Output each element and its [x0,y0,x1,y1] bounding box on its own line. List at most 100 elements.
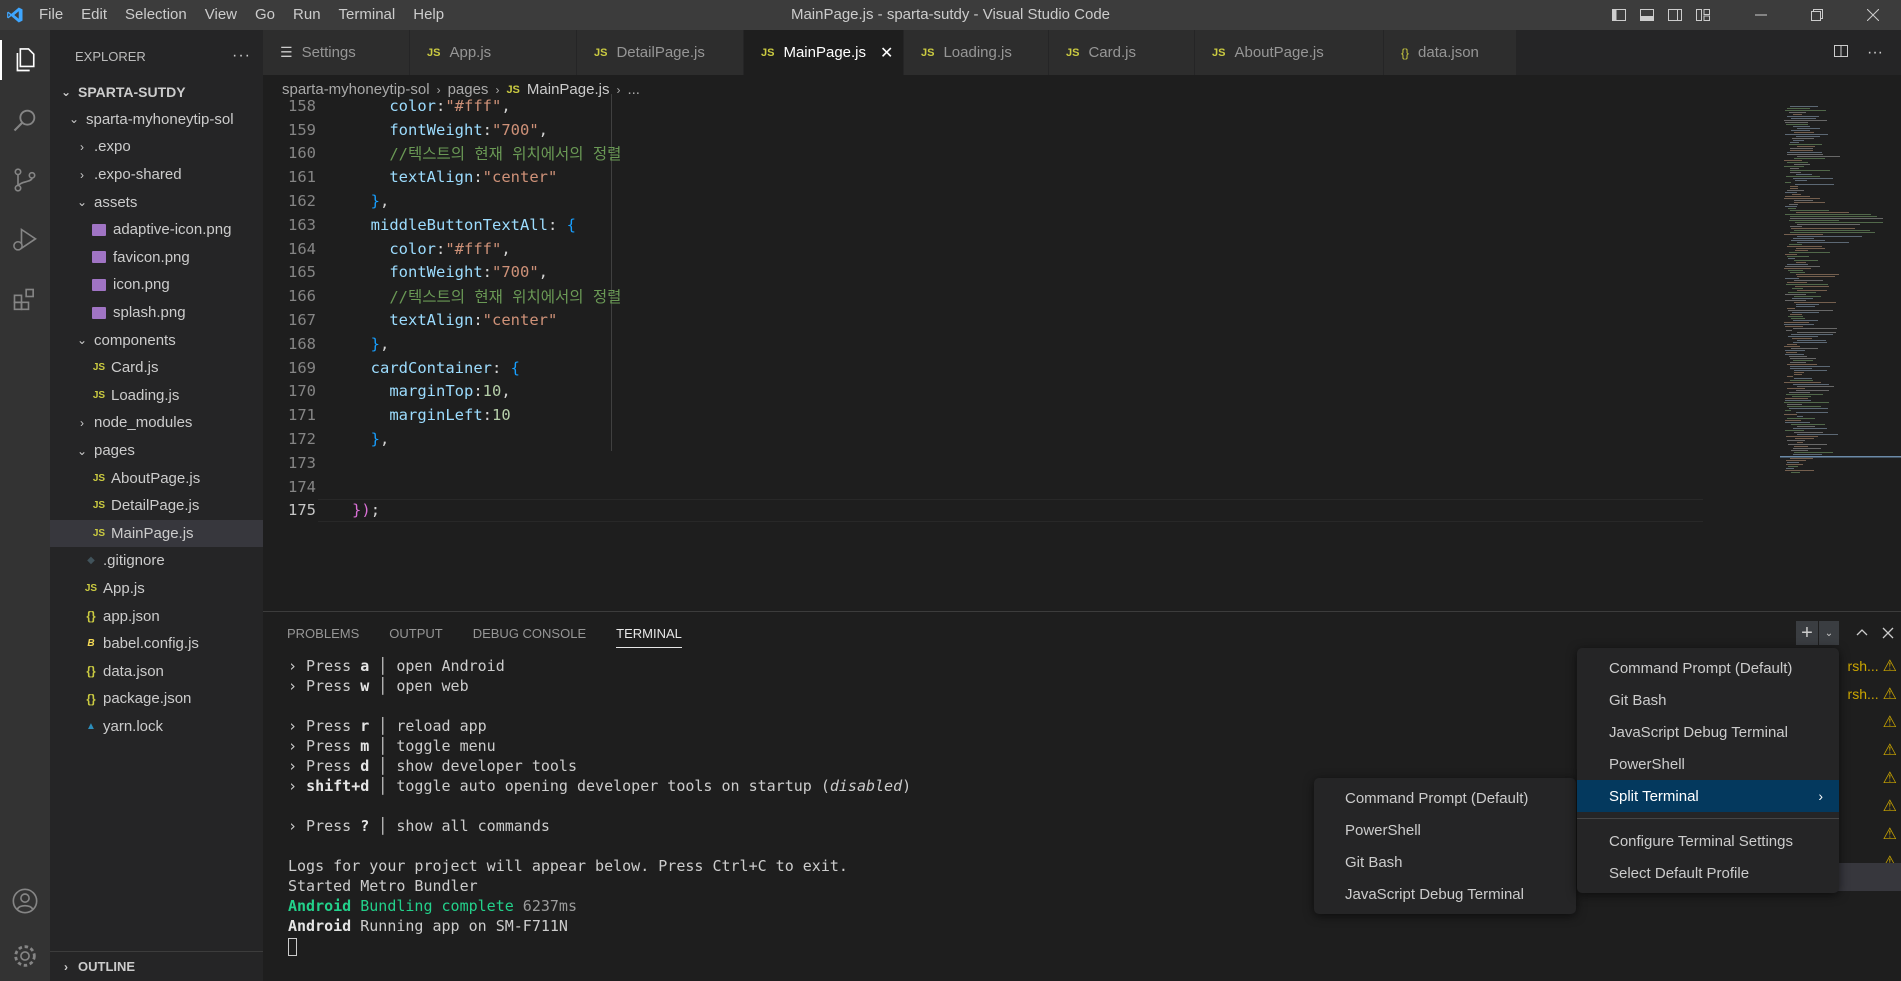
tab-detailpage-js[interactable]: JS DetailPage.js [577,30,744,75]
terminal-text: Started Metro Bundler [288,877,478,895]
tab-card-js[interactable]: JS Card.js [1049,30,1195,75]
profile-menu-item[interactable]: Configure Terminal Settings [1577,825,1839,857]
tree-item[interactable]: JS MainPage.js [50,519,263,548]
menu-view[interactable]: View [196,0,246,30]
tree-item[interactable]: {} app.json [50,602,263,630]
split-menu-item[interactable]: JavaScript Debug Terminal [1314,878,1576,910]
menu-terminal[interactable]: Terminal [330,0,405,30]
split-editor-icon[interactable] [1833,43,1849,62]
code-line: 167 textAlign:"center" [263,308,1763,332]
close-window-icon[interactable] [1845,0,1901,30]
tree-item[interactable]: JS Card.js [50,354,263,382]
tree-item[interactable]: JS Loading.js [50,382,263,410]
split-menu-item[interactable]: Command Prompt (Default) [1314,782,1576,814]
profile-menu-item[interactable]: Select Default Profile [1577,857,1839,889]
code-text: }, [316,192,390,210]
split-menu-item[interactable]: Git Bash [1314,846,1576,878]
warning-icon: ⚠ [1882,742,1897,759]
panel-tab-output[interactable]: OUTPUT [389,626,442,641]
code-token: , [380,334,390,353]
tree-item[interactable]: icon.png [50,271,263,299]
explorer-icon[interactable] [0,30,50,90]
menu-item-label: PowerShell [1345,821,1421,839]
terminal-cursor [288,937,297,956]
menu-selection[interactable]: Selection [116,0,196,30]
profile-menu-item[interactable]: Git Bash [1577,684,1839,716]
run-debug-icon[interactable] [0,210,50,270]
tree-item[interactable]: favicon.png [50,244,263,272]
terminal-text: w [360,677,370,695]
tree-item[interactable]: JS DetailPage.js [50,492,263,520]
code-editor[interactable]: 158 color:"#fff", 159 fontWeight:"700", 16… [263,94,1763,544]
tree-item[interactable]: splash.png [50,299,263,327]
tab-loading-js[interactable]: JS Loading.js [904,30,1049,75]
terminal-text: │ show developer tools [369,757,577,775]
tree-item[interactable]: ⌄ sparta-myhoneytip-sol [50,106,263,134]
terminal-output[interactable]: › Press a │ open Android › Press w │ open… [288,656,911,956]
terminal-text: Bundling complete [360,897,514,915]
tree-item[interactable]: {} package.json [50,685,263,713]
tab-app-js[interactable]: JS App.js [410,30,577,75]
manage-gear-icon[interactable] [0,931,50,981]
tree-item[interactable]: JS App.js [50,575,263,603]
tree-item[interactable]: adaptive-icon.png [50,216,263,244]
tree-item-label: Card.js [111,359,159,377]
extensions-icon[interactable] [0,270,50,330]
tree-item[interactable]: › node_modules [50,409,263,437]
editor-more-actions-icon[interactable]: ··· [1867,44,1883,62]
tree-item-label: node_modules [94,414,193,432]
menu-go[interactable]: Go [246,0,284,30]
workspace-root[interactable]: ⌄ SPARTA-SUTDY [50,78,263,106]
toggle-primary-sidebar-icon[interactable] [1607,3,1631,27]
tree-item[interactable]: {} data.json [50,657,263,685]
tree-item-label: App.js [103,579,145,597]
panel-tab-debug-console[interactable]: DEBUG CONSOLE [473,626,586,641]
panel-tab-problems[interactable]: PROBLEMS [287,626,359,641]
minimize-icon[interactable] [1733,0,1789,30]
profile-menu-item[interactable]: JavaScript Debug Terminal [1577,716,1839,748]
minimap[interactable] [1780,104,1901,504]
tab-settings[interactable]: ☰ Settings [263,30,410,75]
new-terminal-plus-icon[interactable]: + [1796,621,1818,645]
tree-item[interactable]: ⌄ components [50,326,263,354]
restore-icon[interactable] [1789,0,1845,30]
maximize-panel-icon[interactable] [1849,621,1875,645]
tab-aboutpage-js[interactable]: JS AboutPage.js [1195,30,1384,75]
tree-item[interactable]: ◆ .gitignore [50,547,263,575]
close-panel-icon[interactable] [1875,621,1901,645]
search-icon[interactable] [0,90,50,150]
code-token: { [510,358,521,377]
terminal-cursor-line [288,936,911,956]
accounts-icon[interactable] [0,871,50,931]
tree-item[interactable]: ⌄ assets [50,188,263,216]
tab-mainpage-js[interactable]: JS MainPage.js ✕ [744,30,904,75]
toggle-panel-icon[interactable] [1635,3,1659,27]
profile-menu-item[interactable]: Split Terminal › [1577,780,1839,812]
tree-item[interactable]: › .expo [50,133,263,161]
launch-profile-chevron-icon[interactable]: ⌄ [1819,621,1839,645]
customize-layout-icon[interactable] [1691,3,1715,27]
toggle-secondary-sidebar-icon[interactable] [1663,3,1687,27]
menu-edit[interactable]: Edit [72,0,116,30]
tree-item-label: favicon.png [113,248,190,266]
tree-item[interactable]: JS AboutPage.js [50,464,263,492]
source-control-icon[interactable] [0,150,50,210]
split-menu-item[interactable]: PowerShell [1314,814,1576,846]
close-tab-icon[interactable]: ✕ [880,43,893,63]
menu-run[interactable]: Run [284,0,330,30]
menu-file[interactable]: File [30,0,72,30]
js-file-icon: JS [92,472,106,484]
outline-section[interactable]: › OUTLINE [50,951,263,981]
profile-menu-item[interactable]: PowerShell [1577,748,1839,780]
tree-item[interactable]: Bbabel.config.js [50,630,263,658]
profile-menu-item[interactable]: Command Prompt (Default) [1577,652,1839,684]
menu-help[interactable]: Help [404,0,453,30]
more-actions-icon[interactable]: ··· [232,47,251,65]
tab-data-json[interactable]: {} data.json [1384,30,1517,75]
tree-item[interactable]: ⌄ pages [50,437,263,465]
panel-tab-terminal[interactable]: TERMINAL [616,626,682,648]
tree-item[interactable]: ▲ yarn.lock [50,713,263,741]
tree-item[interactable]: › .expo-shared [50,161,263,189]
